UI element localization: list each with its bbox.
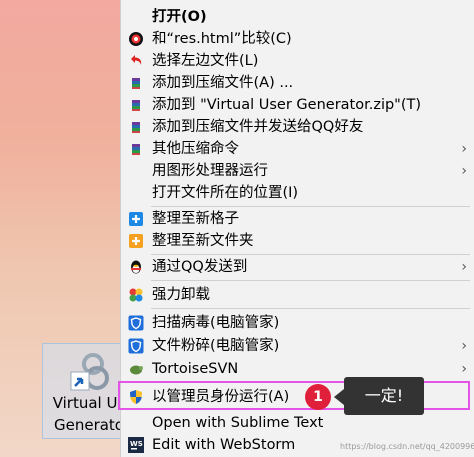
winrar-icon (132, 100, 140, 111)
compare-icon (129, 32, 143, 46)
menu-item-compare[interactable]: 和“res.html”比较(C) (121, 28, 474, 50)
menu-item-add-zip[interactable]: 添加到 "Virtual User Generator.zip"(T) (121, 94, 474, 116)
menu-item-add-zip-label: 添加到 "Virtual User Generator.zip"(T) (152, 97, 422, 113)
svg-text:WS: WS (130, 440, 143, 448)
grid-plus-icon (129, 212, 143, 226)
chevron-right-icon: › (461, 163, 467, 179)
qq-penguin-icon (131, 260, 141, 274)
chevron-right-icon: › (461, 361, 467, 377)
menu-item-graphics-run[interactable]: 用图形处理器运行 › (121, 160, 474, 182)
menu-item-open-label: 打开(O) (152, 9, 207, 25)
chevron-right-icon: › (461, 338, 467, 354)
menu-item-to-new-folder-label: 整理至新文件夹 (152, 233, 254, 249)
webstorm-icon: WS (128, 437, 144, 453)
winrar-icon (132, 78, 140, 89)
menu-item-open[interactable]: 打开(O) (121, 6, 474, 28)
menu-item-open-location[interactable]: 打开文件所在的位置(I) (121, 182, 474, 204)
menu-item-send-qq[interactable]: 通过QQ发送到 › (121, 256, 474, 278)
menu-item-add-send-qq[interactable]: 添加到压缩文件并发送给QQ好友 (121, 116, 474, 138)
menu-item-shred[interactable]: 文件粉碎(电脑管家) › (121, 335, 474, 357)
menu-item-edit-webstorm-label: Edit with WebStorm (152, 437, 296, 453)
menu-item-scan-virus[interactable]: 扫描病毒(电脑管家) (121, 312, 474, 334)
tortoisesvn-icon (130, 365, 143, 375)
clover-icon (129, 288, 143, 302)
menu-item-uninstall[interactable]: 强力卸载 (121, 284, 474, 306)
menu-item-uninstall-label: 强力卸载 (152, 287, 210, 303)
callout-arrow (334, 389, 344, 405)
menu-item-graphics-run-label: 用图形处理器运行 (152, 163, 268, 179)
menu-item-send-qq-label: 通过QQ发送到 (152, 259, 248, 275)
menu-item-scan-virus-label: 扫描病毒(电脑管家) (152, 315, 280, 331)
menu-separator (151, 280, 470, 281)
undo-arrow-icon (131, 55, 142, 65)
folder-plus-icon (129, 234, 143, 248)
menu-item-add-archive-label: 添加到压缩文件(A) ... (152, 75, 294, 91)
menu-item-open-sublime[interactable]: Open with Sublime Text (121, 412, 474, 434)
menu-item-other-compress-label: 其他压缩命令 (152, 141, 239, 157)
menu-item-open-sublime-label: Open with Sublime Text (152, 415, 324, 431)
chevron-right-icon: › (461, 141, 467, 157)
annotation-callout: 一定! (344, 377, 424, 415)
watermark: https://blog.csdn.net/qq_42009960 (340, 442, 474, 451)
menu-item-shred-label: 文件粉碎(电脑管家) (152, 338, 280, 354)
chevron-right-icon: › (461, 259, 467, 275)
menu-separator (151, 254, 470, 255)
menu-item-select-left-label: 选择左边文件(L) (152, 53, 259, 69)
shield-icon (128, 338, 144, 354)
menu-item-select-left[interactable]: 选择左边文件(L) (121, 50, 474, 72)
winrar-icon (132, 144, 140, 155)
menu-item-add-send-qq-label: 添加到压缩文件并发送给QQ好友 (152, 119, 364, 135)
menu-item-to-new-grid[interactable]: 整理至新格子 (121, 208, 474, 230)
menu-separator (151, 308, 470, 309)
shield-icon (128, 315, 144, 331)
winrar-icon (132, 122, 140, 133)
menu-item-to-new-grid-label: 整理至新格子 (152, 211, 239, 227)
menu-separator (151, 206, 470, 207)
menu-item-to-new-folder[interactable]: 整理至新文件夹 (121, 230, 474, 252)
vugen-app-icon (70, 353, 109, 391)
menu-item-other-compress[interactable]: 其他压缩命令 › (121, 138, 474, 160)
menu-item-compare-label: 和“res.html”比较(C) (152, 31, 292, 47)
menu-item-add-archive[interactable]: 添加到压缩文件(A) ... (121, 72, 474, 94)
menu-item-tortoise-label: TortoiseSVN (152, 361, 239, 377)
menu-item-open-location-label: 打开文件所在的位置(I) (152, 185, 299, 201)
annotation-step-badge: 1 (305, 384, 331, 410)
